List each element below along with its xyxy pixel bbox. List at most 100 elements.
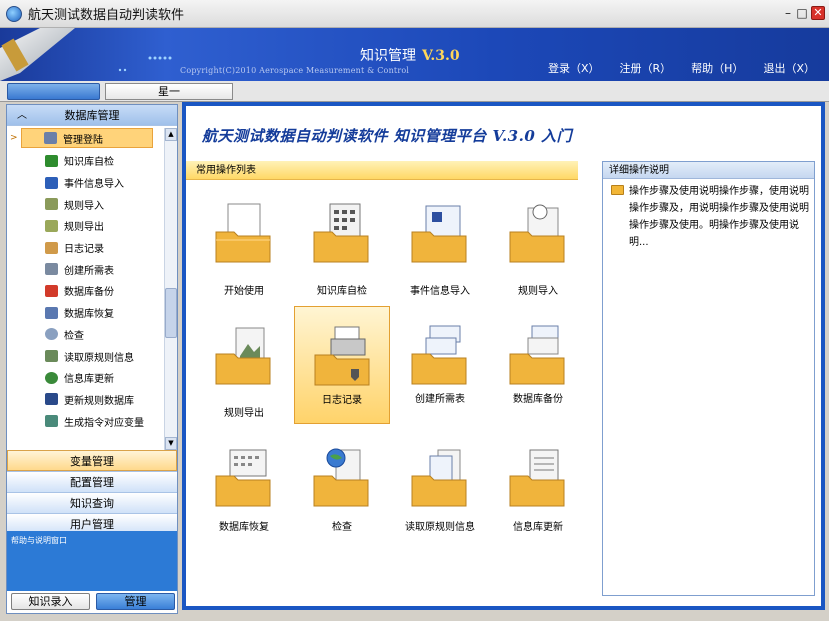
tile-log-record[interactable]: 日志记录 bbox=[294, 306, 390, 424]
restore-icon bbox=[45, 306, 58, 319]
copyright-text: Copyright(C)2010 Aerospace Measurement &… bbox=[180, 66, 410, 75]
sidebar-group-config[interactable]: 配置管理 bbox=[7, 471, 177, 492]
window-title: 航天测试数据自动判读软件 bbox=[28, 8, 185, 23]
tile-kb-selfcheck[interactable]: 知识库自检 bbox=[294, 184, 390, 302]
header-banner: 知识管理 V.3.0 Copyright(C)2010 Aerospace Mea… bbox=[0, 28, 829, 81]
detail-panel-title: 详细操作说明 bbox=[603, 162, 814, 179]
help-pane-title: 帮助与说明窗口 bbox=[11, 536, 67, 545]
tile-rule-import[interactable]: 规则导入 bbox=[490, 184, 586, 302]
sidebar-item-read-rules[interactable]: 读取原规则信息 bbox=[7, 345, 177, 367]
login-link[interactable]: 登录（X） bbox=[548, 60, 600, 76]
sidebar-item-admin-login[interactable]: > 管理登陆 bbox=[10, 128, 153, 148]
sidebar-item-label: 检查 bbox=[64, 330, 84, 342]
sidebar-item-label: 规则导入 bbox=[64, 200, 104, 212]
log-icon bbox=[45, 241, 58, 254]
tile-label: 创建所需表 bbox=[415, 394, 465, 405]
detail-panel-body: 操作步骤及使用说明操作步骤，使用说明操作步骤及，用说明操作步骤及使用说明操作步骤… bbox=[603, 179, 814, 251]
sidebar-item-rule-import[interactable]: 规则导入 bbox=[7, 193, 177, 215]
scroll-down-icon[interactable]: ▼ bbox=[165, 437, 177, 450]
sidebar-item-label: 数据库备份 bbox=[64, 287, 114, 299]
satellite-logo-icon bbox=[0, 28, 172, 81]
tab-star-one[interactable]: 星一 bbox=[105, 83, 233, 100]
sidebar-item-create-tables[interactable]: 创建所需表 bbox=[7, 258, 177, 280]
tile-label: 知识库自检 bbox=[317, 286, 367, 297]
tile-get-started[interactable]: 开始使用 bbox=[196, 184, 292, 302]
sidebar-item-rule-export[interactable]: 规则导出 bbox=[7, 215, 177, 237]
ops-list-header: 常用操作列表 bbox=[186, 161, 578, 180]
banner-app-name: 知识管理 bbox=[360, 48, 416, 64]
sidebar-item-db-restore[interactable]: 数据库恢复 bbox=[7, 302, 177, 324]
tile-create-tables[interactable]: 创建所需表 bbox=[392, 306, 488, 424]
help-pane: 帮助与说明窗口 bbox=[7, 531, 177, 591]
sidebar-item-update-rule-db[interactable]: 更新规则数据库 bbox=[7, 389, 177, 411]
sidebar-item-generate-vars[interactable]: 生成指令对应变量 bbox=[7, 410, 177, 432]
windows-folder-icon bbox=[411, 325, 467, 385]
tile-label: 数据库恢复 bbox=[219, 522, 269, 533]
tile-info-update[interactable]: 信息库更新 bbox=[490, 428, 586, 546]
scroll-up-icon[interactable]: ▲ bbox=[165, 128, 177, 141]
tile-label: 规则导入 bbox=[518, 286, 558, 297]
register-link[interactable]: 注册（R） bbox=[620, 60, 672, 76]
close-button[interactable]: ✕ bbox=[811, 6, 825, 20]
read-rule-icon bbox=[45, 350, 58, 363]
banner-title: 知识管理 V.3.0 bbox=[360, 45, 460, 65]
sidebar-item-event-import[interactable]: 事件信息导入 bbox=[7, 172, 177, 194]
user-key-icon bbox=[44, 132, 57, 144]
image-folder-icon bbox=[215, 327, 271, 385]
sidebar-section-label: 数据库管理 bbox=[64, 109, 120, 122]
screen-folder-icon bbox=[411, 205, 467, 263]
sidebar-item-label: 事件信息导入 bbox=[64, 179, 124, 191]
sidebar-item-label: 生成指令对应变量 bbox=[64, 417, 144, 429]
tile-label: 日志记录 bbox=[322, 395, 362, 406]
image-export-icon bbox=[45, 219, 58, 232]
sidebar-item-label: 数据库恢复 bbox=[64, 309, 114, 321]
sidebar-group-knowledge-query[interactable]: 知识查询 bbox=[7, 492, 177, 513]
sidebar-group-variables[interactable]: 变量管理 bbox=[7, 450, 177, 471]
tile-rule-export[interactable]: 规则导出 bbox=[196, 306, 292, 424]
sidebar-scrollbar[interactable]: ▲ ▼ bbox=[164, 128, 177, 450]
sidebar-item-label: 日志记录 bbox=[64, 244, 104, 256]
tile-label: 数据库备份 bbox=[513, 394, 563, 405]
globe-folder-icon bbox=[313, 448, 369, 507]
tile-db-restore[interactable]: 数据库恢复 bbox=[196, 428, 292, 546]
manage-button[interactable]: 管理 bbox=[96, 593, 175, 610]
sidebar-item-label: 规则导出 bbox=[64, 222, 104, 234]
calendar-folder-icon bbox=[215, 449, 271, 507]
tile-label: 规则导出 bbox=[224, 408, 264, 419]
minimize-button[interactable]: – bbox=[781, 6, 795, 20]
stack-folder-icon bbox=[509, 325, 565, 385]
open-folder-icon bbox=[611, 185, 624, 195]
tile-label: 检查 bbox=[332, 522, 352, 533]
sidebar-item-kb-selfcheck[interactable]: 知识库自检 bbox=[7, 150, 177, 172]
sidebar-section-database[interactable]: ︿ 数据库管理 bbox=[7, 105, 177, 126]
tile-event-import[interactable]: 事件信息导入 bbox=[392, 184, 488, 302]
arrow-right-icon bbox=[45, 176, 58, 189]
sidebar-item-info-update[interactable]: 信息库更新 bbox=[7, 367, 177, 389]
top-nav-links: 登录（X） 注册（R） 帮助（H） 退出（X） bbox=[548, 60, 815, 76]
chevron-up-icon[interactable]: ︿ bbox=[17, 105, 27, 126]
sidebar-item-label: 创建所需表 bbox=[64, 265, 114, 277]
book-icon bbox=[45, 393, 58, 406]
scroll-thumb[interactable] bbox=[165, 288, 177, 338]
help-link[interactable]: 帮助（H） bbox=[691, 60, 743, 76]
sidebar-item-check[interactable]: 检查 bbox=[7, 324, 177, 346]
maximize-button[interactable]: □ bbox=[795, 6, 809, 20]
tile-label: 开始使用 bbox=[224, 286, 264, 297]
main-content: 航天测试数据自动判读软件 知识管理平台 V.3.0 入门 常用操作列表 开始使用… bbox=[186, 106, 821, 606]
tile-read-rules[interactable]: 读取原规则信息 bbox=[392, 428, 488, 546]
sidebar-item-label: 信息库更新 bbox=[64, 374, 114, 386]
sidebar-item-db-backup[interactable]: 数据库备份 bbox=[7, 280, 177, 302]
tile-check[interactable]: 检查 bbox=[294, 428, 390, 546]
banner-version: V.3.0 bbox=[422, 48, 460, 64]
tile-label: 信息库更新 bbox=[513, 522, 563, 533]
document-folder-icon bbox=[215, 203, 271, 263]
magnifier-icon bbox=[45, 328, 58, 341]
flag-icon bbox=[45, 154, 58, 167]
sidebar-item-log[interactable]: 日志记录 bbox=[7, 237, 177, 259]
sidebar-item-label: 管理登陆 bbox=[63, 134, 103, 146]
sidebar: ︿ 数据库管理 > 管理登陆 知识库自检 事件信息导入 规则导入 规则导出 日志… bbox=[6, 104, 178, 614]
tab-active-blank[interactable] bbox=[7, 83, 100, 100]
exit-link[interactable]: 退出（X） bbox=[763, 60, 815, 76]
tile-db-backup[interactable]: 数据库备份 bbox=[490, 306, 586, 424]
knowledge-entry-button[interactable]: 知识录入 bbox=[11, 593, 90, 610]
